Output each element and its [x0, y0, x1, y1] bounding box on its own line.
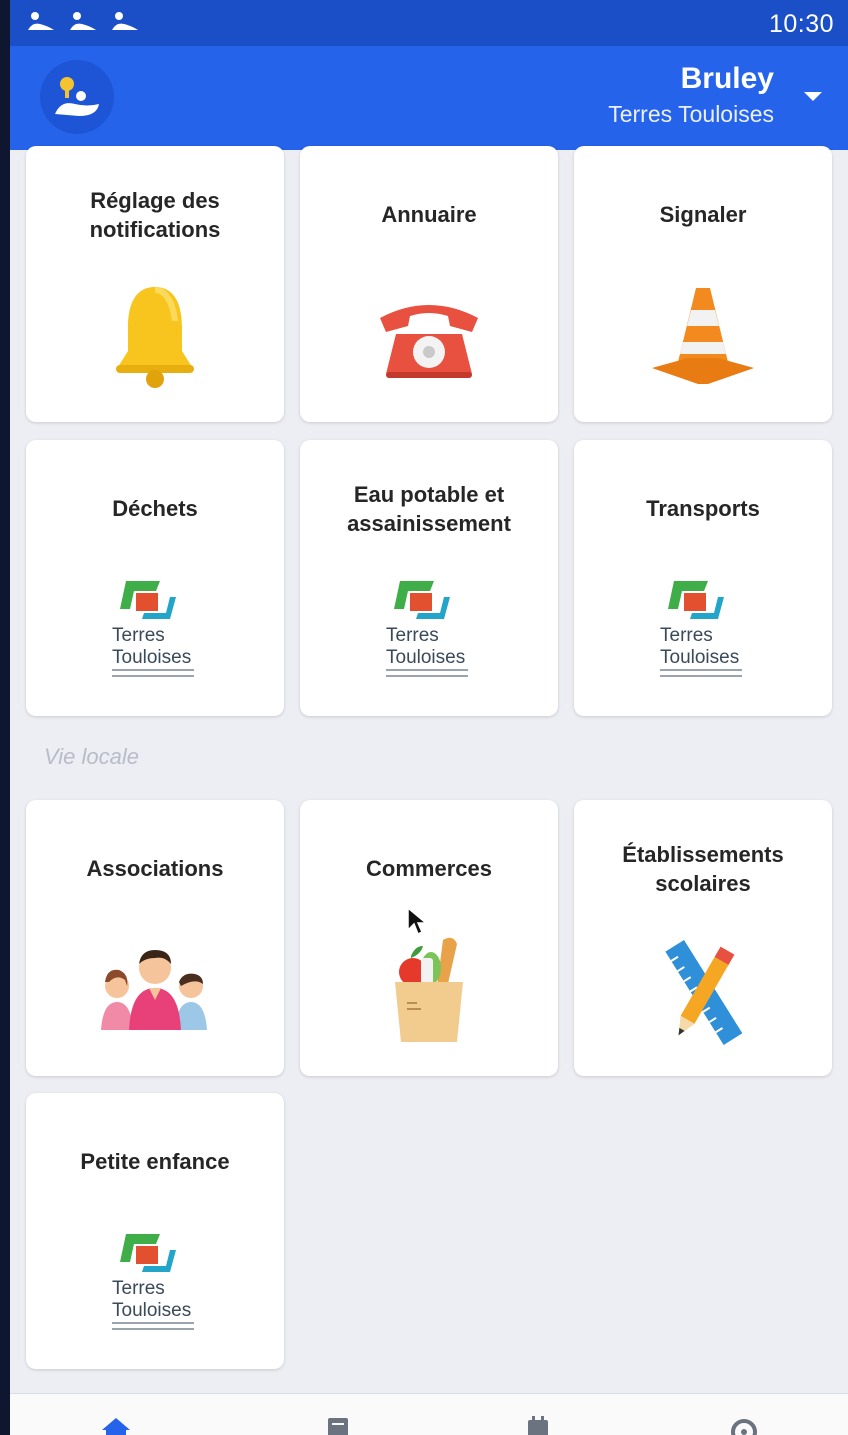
svg-text:Touloises: Touloises	[386, 647, 465, 668]
app-logo[interactable]	[40, 60, 114, 134]
svg-text:Terres: Terres	[386, 625, 439, 646]
terres-touloises-logo: Terres Touloises	[112, 581, 194, 677]
tile-associations[interactable]: Associations	[26, 800, 284, 1076]
town-name: Bruley	[680, 62, 774, 95]
tile-directory[interactable]: Annuaire	[300, 146, 558, 422]
status-time: 10:30	[768, 10, 834, 38]
home-icon[interactable]	[100, 1416, 132, 1435]
grocery-bag-icon	[395, 937, 463, 1042]
people-icon	[101, 950, 207, 1030]
traffic-cone-icon	[652, 288, 754, 384]
svg-text:Touloises: Touloises	[660, 647, 739, 668]
tile-waste[interactable]: Déchets Terres Touloises	[26, 440, 284, 716]
terres-touloises-logo: Terres Touloises	[386, 581, 468, 677]
terres-touloises-logo: Terres Touloises	[112, 1234, 194, 1330]
tile-notifications[interactable]: Réglage des notifications	[26, 146, 284, 422]
tile-label: Associations	[86, 856, 224, 881]
terres-touloises-logo: Terres Touloises	[660, 581, 742, 677]
app-notification-icon	[112, 12, 138, 30]
tile-label: Établissements scolaires	[622, 842, 784, 896]
section-title-vie-locale: Vie locale	[44, 744, 139, 769]
tile-label: Transports	[646, 496, 760, 521]
tile-label: Annuaire	[381, 202, 477, 227]
tile-report[interactable]: Signaler	[574, 146, 832, 422]
tile-shops[interactable]: Commerces	[300, 800, 558, 1076]
status-bar: 10:30	[10, 0, 848, 46]
location-selector[interactable]: Bruley Terres Touloises	[608, 60, 774, 130]
bell-icon	[116, 287, 194, 388]
region-name: Terres Touloises	[608, 101, 774, 127]
tile-label: Signaler	[659, 202, 747, 227]
notification-icons	[26, 10, 140, 34]
tile-water[interactable]: Eau potable et assainissement Terres Tou…	[300, 440, 558, 716]
tile-label: Déchets	[112, 496, 198, 521]
svg-text:Touloises: Touloises	[112, 1300, 191, 1321]
app-notification-icon	[28, 12, 54, 30]
settings-icon[interactable]	[728, 1416, 760, 1435]
chevron-down-icon[interactable]	[804, 92, 822, 101]
app-screen: 10:30 Bruley Terres Touloises Réglage de…	[10, 0, 848, 1435]
app-header: Bruley Terres Touloises	[10, 46, 848, 150]
svg-text:Touloises: Touloises	[112, 647, 191, 668]
app-logo-icon	[55, 77, 99, 116]
tile-label: Réglage des notifications	[89, 188, 221, 242]
telephone-icon	[380, 305, 478, 378]
calendar-icon[interactable]	[522, 1416, 554, 1435]
tile-early-childhood[interactable]: Petite enfance Terres Touloises	[26, 1093, 284, 1369]
news-icon[interactable]	[322, 1416, 354, 1435]
svg-text:Terres: Terres	[660, 625, 713, 646]
svg-text:Terres: Terres	[112, 625, 165, 646]
ruler-pencil-icon	[665, 939, 743, 1045]
svg-text:Terres: Terres	[112, 1278, 165, 1299]
tile-schools[interactable]: Établissements scolaires	[574, 800, 832, 1076]
tile-label: Commerces	[366, 856, 492, 881]
tile-label: Petite enfance	[80, 1149, 230, 1174]
tile-label: Eau potable et assainissement	[347, 482, 511, 536]
app-notification-icon	[70, 12, 96, 30]
mouse-cursor-icon	[407, 906, 428, 936]
bottom-navigation	[10, 1393, 848, 1435]
tile-transport[interactable]: Transports Terres Touloises	[574, 440, 832, 716]
